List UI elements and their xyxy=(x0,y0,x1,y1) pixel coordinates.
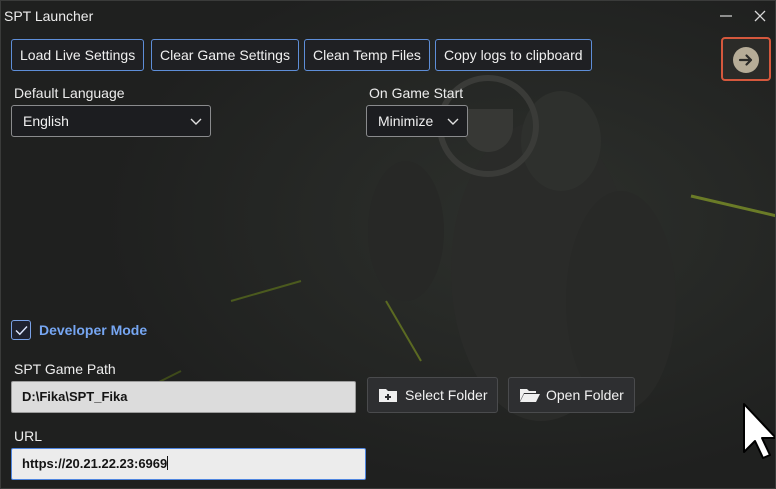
clean-temp-files-button[interactable]: Clean Temp Files xyxy=(304,39,430,71)
open-folder-label: Open Folder xyxy=(546,387,624,403)
url-input[interactable]: https://20.21.22.23:6969 xyxy=(11,448,366,480)
check-icon xyxy=(15,326,28,336)
next-page-button[interactable] xyxy=(721,37,771,81)
developer-mode-checkbox[interactable] xyxy=(11,320,31,340)
copy-logs-button[interactable]: Copy logs to clipboard xyxy=(435,39,592,71)
close-icon xyxy=(754,10,766,22)
minimize-icon xyxy=(720,15,732,17)
url-value: https://20.21.22.23:6969 xyxy=(22,456,168,471)
on-game-start-label: On Game Start xyxy=(369,85,464,101)
load-live-settings-button[interactable]: Load Live Settings xyxy=(11,39,145,71)
clear-game-settings-button[interactable]: Clear Game Settings xyxy=(151,39,299,71)
chevron-down-icon xyxy=(447,118,459,125)
text-caret xyxy=(167,456,169,470)
mouse-cursor-icon xyxy=(743,403,775,459)
chevron-down-icon xyxy=(190,118,202,125)
on-game-start-select[interactable]: Minimize xyxy=(366,105,468,137)
language-select[interactable]: English xyxy=(11,105,211,137)
select-folder-label: Select Folder xyxy=(405,387,488,403)
minimize-button[interactable] xyxy=(717,7,735,25)
window-title: SPT Launcher xyxy=(4,8,94,24)
url-label: URL xyxy=(14,428,43,444)
developer-mode-label[interactable]: Developer Mode xyxy=(39,322,147,338)
game-path-label: SPT Game Path xyxy=(14,361,116,377)
select-folder-button[interactable]: Select Folder xyxy=(367,377,498,413)
title-bar: SPT Launcher xyxy=(1,1,775,31)
open-folder-button[interactable]: Open Folder xyxy=(508,377,635,413)
launcher-window: SPT Launcher Load Live Settings Clear Ga… xyxy=(0,0,776,489)
folder-open-icon xyxy=(520,389,540,402)
close-button[interactable] xyxy=(751,7,769,25)
on-game-start-select-value: Minimize xyxy=(378,113,434,129)
language-select-value: English xyxy=(23,113,69,129)
game-path-input[interactable]: D:\Fika\SPT_Fika xyxy=(11,381,356,413)
folder-plus-icon xyxy=(379,389,397,402)
game-path-value: D:\Fika\SPT_Fika xyxy=(22,389,128,404)
background-artwork xyxy=(1,1,775,488)
default-language-label: Default Language xyxy=(14,85,125,101)
arrow-right-circle-icon xyxy=(733,47,759,73)
